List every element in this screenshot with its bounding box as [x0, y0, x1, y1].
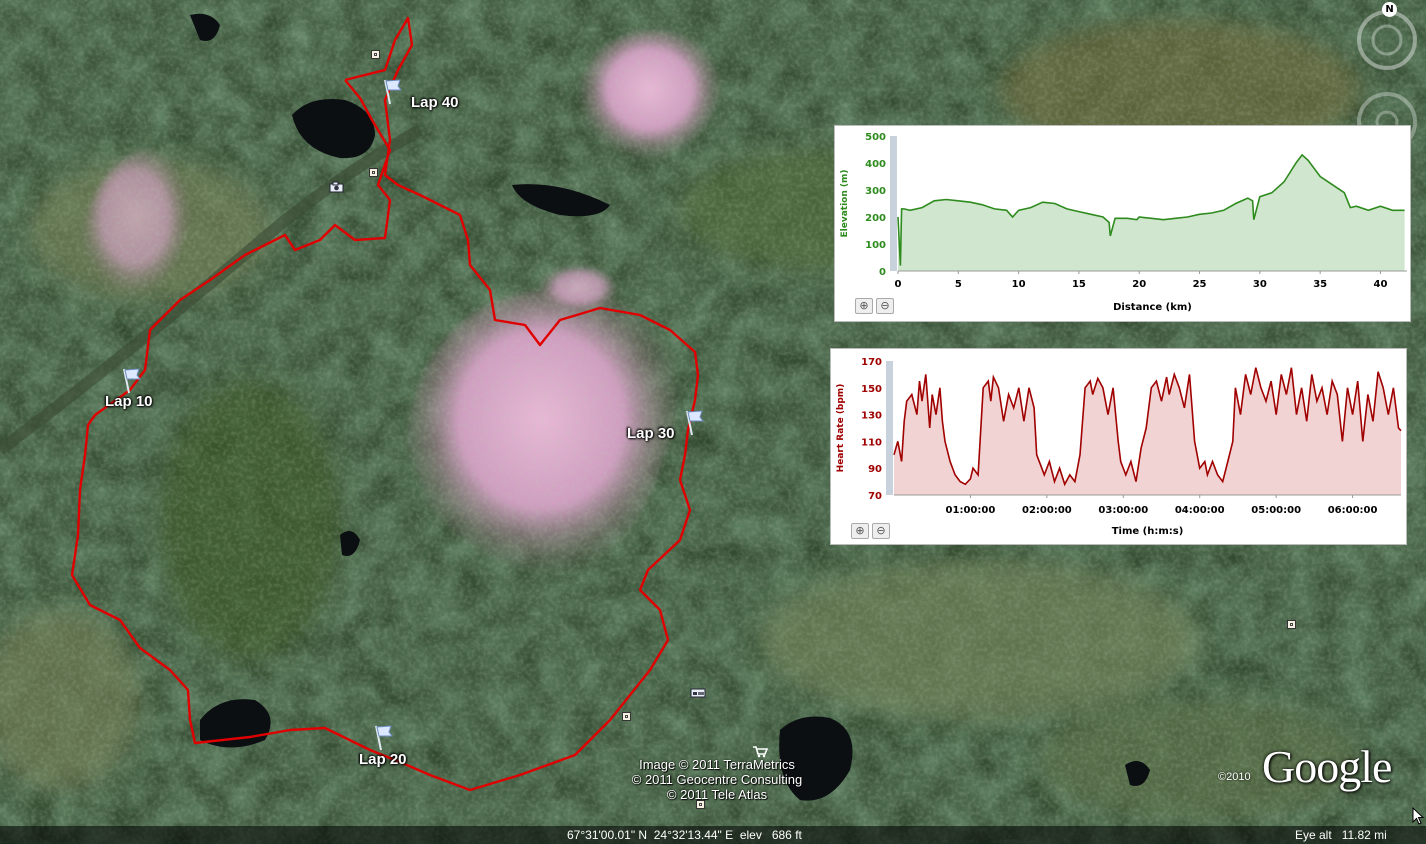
poi-marker[interactable]	[622, 712, 631, 721]
poi-marker[interactable]	[371, 50, 380, 59]
x-tick-label: 06:00:00	[1328, 505, 1378, 516]
zoom-out-button[interactable]: ⊖	[872, 523, 890, 539]
lap-10-label: Lap 10	[105, 393, 153, 410]
cursor-coordinates: 67°31'00.01" N 24°32'13.44" E elev 686 f…	[567, 828, 802, 842]
zoom-in-button[interactable]: ⊕	[855, 298, 873, 314]
series-area	[894, 367, 1401, 495]
y-tick-label: 200	[865, 213, 886, 224]
camera-icon[interactable]	[329, 181, 344, 193]
y-tick-label: 130	[861, 411, 882, 422]
x-tick-label: 03:00:00	[1098, 505, 1148, 516]
logo-year: ©2010	[1218, 771, 1251, 783]
x-tick-label: 10	[1012, 279, 1026, 290]
heart-rate-chart-panel: 70 90 110 130 150 170 01:00:00 02:00:00 03:00:00…	[830, 348, 1407, 545]
zoom-in-button[interactable]: ⊕	[851, 523, 869, 539]
zoom-out-button[interactable]: ⊖	[876, 298, 894, 314]
copyright-line: © 2011 Geocentre Consulting	[631, 772, 803, 787]
x-axis-title: Distance (km)	[1113, 302, 1192, 313]
chart-scroll-strip	[890, 136, 897, 271]
x-tick-label: 5	[955, 279, 962, 290]
status-bar: 67°31'00.01" N 24°32'13.44" E elev 686 f…	[0, 826, 1426, 844]
poi-marker[interactable]	[1287, 620, 1296, 629]
mouse-pointer-icon	[1412, 807, 1424, 825]
y-tick-label: 150	[861, 384, 882, 395]
y-tick-label: 400	[865, 159, 886, 170]
lap-40-flag-icon[interactable]	[381, 77, 403, 105]
poi-marker[interactable]	[369, 168, 378, 177]
x-tick-label: 15	[1072, 279, 1086, 290]
lap-30-flag-icon[interactable]	[683, 408, 705, 436]
x-tick-label: 40	[1374, 279, 1388, 290]
x-tick-label: 30	[1253, 279, 1267, 290]
chart-scroll-strip	[886, 361, 893, 495]
x-tick-label: 05:00:00	[1251, 505, 1301, 516]
y-tick-label: 0	[879, 267, 886, 278]
series-area	[898, 154, 1405, 271]
x-tick-label: 04:00:00	[1175, 505, 1225, 516]
lap-20-label: Lap 20	[359, 751, 407, 768]
lap-40-label: Lap 40	[411, 94, 459, 111]
lap-20-flag-icon[interactable]	[372, 723, 394, 751]
y-tick-label: 500	[865, 132, 886, 143]
x-tick-label: 0	[895, 279, 902, 290]
x-axis-title: Time (h:m:s)	[1112, 526, 1184, 537]
elevation-chart-panel: 0 100 200 300 400 500 0 5 10 15 20 25 30 35 40 Distance…	[834, 125, 1411, 322]
y-tick-label: 90	[868, 464, 882, 475]
eye-altitude: Eye alt 11.82 mi	[1295, 828, 1387, 842]
imagery-copyright: Image © 2011 TerraMetrics © 2011 Geocent…	[612, 757, 822, 802]
y-tick-label: 300	[865, 186, 886, 197]
copyright-line: Image © 2011 TerraMetrics	[639, 757, 795, 772]
y-axis-title: Heart Rate (bpm)	[836, 384, 846, 473]
compass-north-icon[interactable]: N	[1382, 2, 1397, 17]
x-tick-label: 01:00:00	[946, 505, 996, 516]
x-tick-label: 02:00:00	[1022, 505, 1072, 516]
y-tick-label: 110	[861, 437, 882, 448]
lap-30-label: Lap 30	[627, 425, 675, 442]
bed-icon[interactable]	[690, 687, 706, 699]
x-tick-label: 25	[1193, 279, 1207, 290]
google-logo: Google	[1262, 741, 1392, 792]
lap-10-flag-icon[interactable]	[120, 366, 142, 394]
x-tick-label: 35	[1313, 279, 1327, 290]
y-axis-title: Elevation (m)	[840, 170, 850, 238]
y-tick-label: 70	[868, 491, 882, 502]
y-tick-label: 100	[865, 240, 886, 251]
x-tick-label: 20	[1132, 279, 1146, 290]
heart-rate-chart: 70 90 110 130 150 170 01:00:00 02:00:00 03:00:00…	[836, 357, 1402, 537]
elevation-chart: 0 100 200 300 400 500 0 5 10 15 20 25 30 35 40 Distance…	[840, 132, 1407, 313]
copyright-line: © 2011 Tele Atlas	[666, 787, 768, 802]
y-tick-label: 170	[861, 357, 882, 368]
